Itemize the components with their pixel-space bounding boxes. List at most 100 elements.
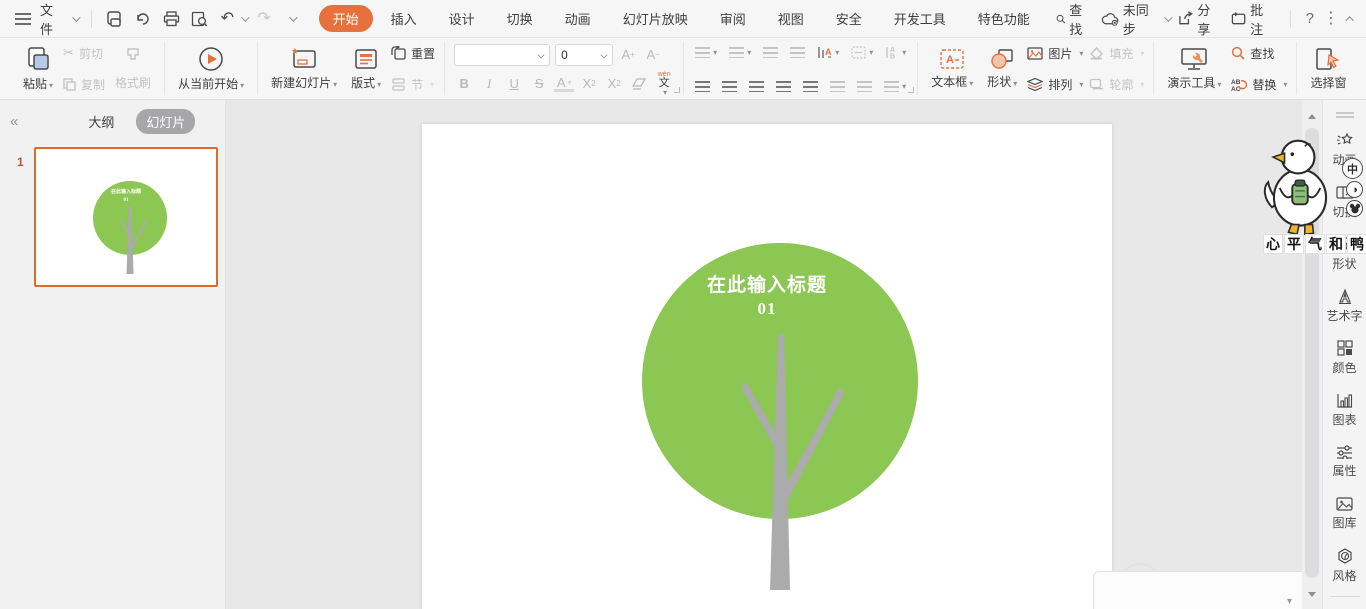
ribbon-tabs: 开始 插入 设计 切换 动画 幻灯片放映 审阅 视图 安全 开发工具 特色功能 …: [318, 0, 1095, 42]
menubar-find-button[interactable]: 查找: [1048, 0, 1095, 42]
textbox-button[interactable]: A 文本框: [927, 46, 977, 92]
share-icon: [1179, 11, 1194, 25]
search-icon: [1056, 14, 1065, 23]
copy-button: 复制: [63, 76, 105, 93]
shapes-button[interactable]: 形状: [983, 46, 1021, 92]
bottom-flyout-panel[interactable]: ▾: [1093, 571, 1302, 609]
font-name-select[interactable]: [454, 43, 551, 66]
sidebar-item-chart[interactable]: 图表: [1323, 384, 1366, 436]
sidebar-item-gallery[interactable]: 图库: [1323, 488, 1366, 540]
replace-button[interactable]: AB AC 替换: [1231, 76, 1287, 93]
slide-thumbnail-1[interactable]: 在此输入标题 01: [34, 147, 218, 287]
desktop-pet-duck[interactable]: 心 平 气 和 鸭 中 ◑: [1256, 132, 1366, 267]
ribbon-expand-icon[interactable]: [1359, 42, 1366, 95]
presentation-tools-icon: [1181, 47, 1208, 70]
increase-font-icon: A +: [621, 47, 635, 62]
tab-outline[interactable]: 大纲: [78, 109, 124, 134]
font-size-select[interactable]: 0: [555, 43, 614, 66]
tab-design[interactable]: 设计: [435, 5, 489, 32]
tab-view[interactable]: 视图: [764, 5, 818, 32]
play-from-current-button[interactable]: 从当前开始: [174, 44, 248, 94]
paste-button[interactable]: 粘贴: [19, 44, 57, 94]
new-slide-button[interactable]: 新建幻灯片: [267, 45, 341, 93]
tab-slides[interactable]: 幻灯片: [136, 108, 196, 134]
tab-special-features[interactable]: 特色功能: [964, 5, 1044, 32]
text-direction-button[interactable]: A: [815, 44, 841, 61]
find-icon: [1232, 46, 1245, 60]
reset-button[interactable]: 重置: [391, 45, 435, 62]
picture-button[interactable]: 图片: [1027, 45, 1083, 62]
mickey-icon: [1349, 203, 1360, 214]
scroll-down-hint-icon[interactable]: ▾: [1287, 596, 1292, 607]
scroll-down-icon[interactable]: [1308, 592, 1316, 597]
increase-indent-icon: [788, 45, 807, 60]
selection-group: 选择窗: [1296, 42, 1359, 95]
tab-transition[interactable]: 切换: [493, 5, 547, 32]
arrange-button[interactable]: 排列: [1027, 76, 1083, 93]
collapse-ribbon-icon[interactable]: [1345, 15, 1354, 25]
phonetic-guide-button[interactable]: wén 文: [654, 71, 674, 94]
slide-1-canvas[interactable]: 在此输入标题 01: [422, 124, 1112, 609]
font-dialog-launcher[interactable]: [674, 87, 681, 93]
font-group: 0 A+ A− B I U S A X2 X2: [444, 42, 683, 95]
decrease-font-icon: A −: [646, 47, 660, 62]
redo-icon: ↷: [257, 9, 271, 27]
tab-animation[interactable]: 动画: [551, 5, 605, 32]
comment-button[interactable]: 批注: [1231, 0, 1275, 38]
layout-button[interactable]: 版式: [347, 45, 385, 93]
scroll-up-icon[interactable]: [1308, 114, 1316, 119]
file-menu[interactable]: 文件: [40, 0, 65, 38]
sidebar-item-properties[interactable]: 属性: [1323, 436, 1366, 488]
svg-text:AB: AB: [1231, 79, 1241, 86]
print-preview-icon[interactable]: [189, 8, 210, 30]
qat-more-icon[interactable]: [282, 8, 303, 30]
duck-mascot-image[interactable]: [1256, 132, 1344, 240]
ribbon-home: 粘贴 ✂ 剪切 复制 格式刷 从当前开始: [0, 38, 1366, 100]
tab-security[interactable]: 安全: [822, 5, 876, 32]
sidebar-item-wordart[interactable]: 艺术字: [1323, 280, 1366, 332]
tree-graphic[interactable]: [422, 124, 1112, 609]
collapse-panel-icon[interactable]: «: [10, 113, 18, 130]
selection-pane-button[interactable]: 选择窗: [1306, 45, 1350, 93]
share-button[interactable]: 分享: [1178, 0, 1222, 38]
tab-slideshow[interactable]: 幻灯片放映: [609, 5, 702, 32]
slides-panel: « 大纲 幻灯片 1 在此输入标题 01: [0, 100, 226, 609]
more-options-icon[interactable]: ⋮: [1323, 10, 1339, 27]
moon-mode-button[interactable]: ◑: [1346, 181, 1363, 198]
sidebar-item-style[interactable]: 风格: [1323, 540, 1366, 592]
tab-review[interactable]: 审阅: [706, 5, 760, 32]
undo-icon[interactable]: ↶: [217, 8, 238, 30]
file-menu-caret-icon[interactable]: [72, 12, 81, 22]
export-icon[interactable]: [133, 8, 154, 30]
mickey-button[interactable]: [1346, 200, 1363, 217]
paragraph-dialog-launcher[interactable]: [908, 87, 915, 93]
textbox-frame-button: [849, 44, 875, 61]
tab-devtools[interactable]: 开发工具: [880, 5, 960, 32]
taskbar-handle-icon[interactable]: [1335, 112, 1354, 118]
ime-indicator-button[interactable]: 中: [1342, 158, 1363, 179]
sidebar-item-color[interactable]: 颜色: [1323, 332, 1366, 384]
sync-caret-icon: [1163, 12, 1172, 22]
chart-icon: [1336, 393, 1352, 408]
slide-title-text[interactable]: 在此输入标题 01: [422, 274, 1112, 320]
save-icon[interactable]: [105, 8, 126, 30]
style-hexagon-icon: [1337, 548, 1352, 564]
strikethrough-button: S: [534, 76, 544, 91]
format-painter-icon: [127, 47, 139, 60]
replace-icon: ABAC: [1231, 79, 1248, 91]
paragraph-group: A AB: [683, 42, 917, 95]
sync-status-button[interactable]: 未同步: [1101, 0, 1172, 38]
wordart-icon: [1338, 288, 1351, 304]
undo-caret-icon[interactable]: [240, 12, 250, 22]
tab-home[interactable]: 开始: [318, 5, 373, 32]
print-icon[interactable]: [161, 8, 182, 30]
presentation-tools-button[interactable]: 演示工具: [1163, 45, 1225, 93]
cut-button: ✂ 剪切: [63, 45, 103, 61]
play-icon: [199, 46, 223, 71]
tab-insert[interactable]: 插入: [377, 5, 431, 32]
svg-text:A: A: [825, 47, 832, 57]
find-button[interactable]: 查找: [1231, 45, 1287, 62]
help-button[interactable]: ?: [1306, 10, 1314, 27]
clipboard-group: 粘贴 ✂ 剪切 复制 格式刷: [10, 42, 164, 95]
main-menu-icon[interactable]: [12, 8, 33, 30]
